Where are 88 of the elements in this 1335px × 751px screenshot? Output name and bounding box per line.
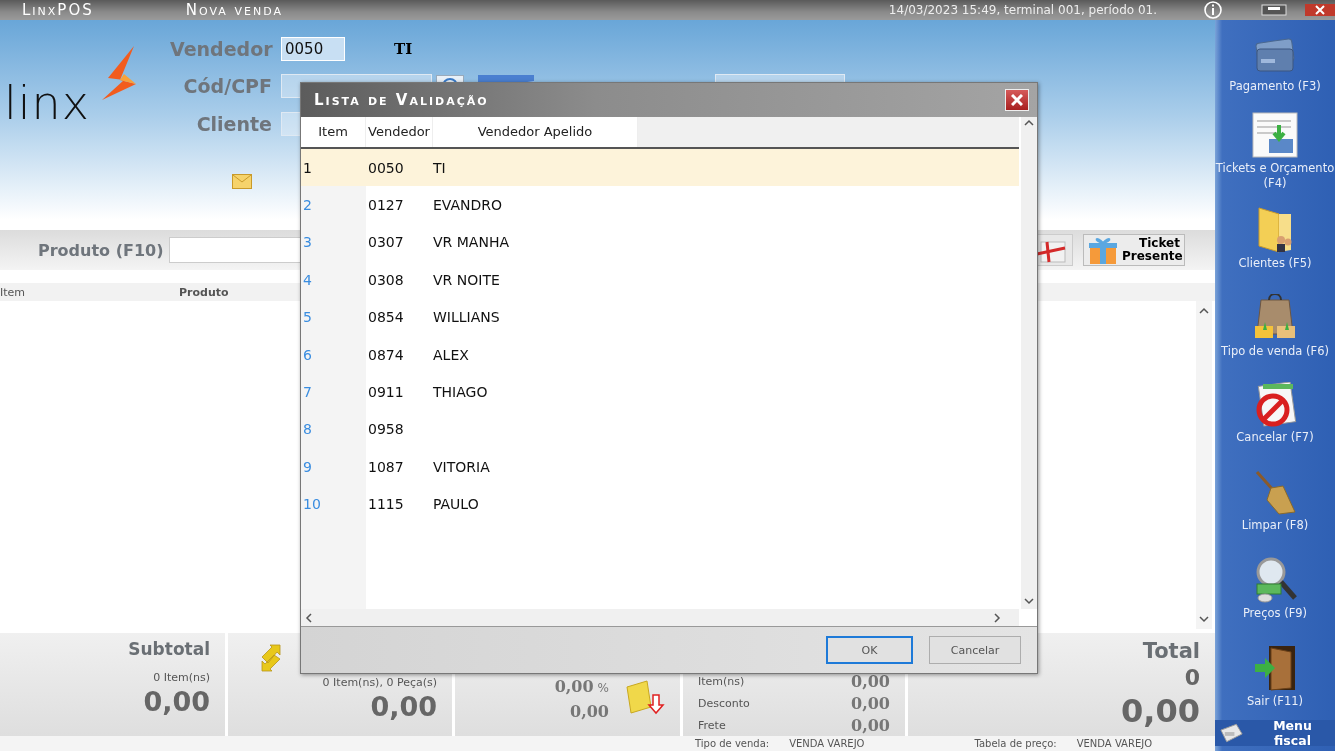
row-number: 8 bbox=[302, 421, 313, 438]
sidebar-button[interactable]: Limpar (F8) bbox=[1215, 457, 1335, 545]
table-row[interactable]: 7 0911 THIAGO bbox=[301, 373, 1019, 411]
table-row[interactable]: 3 0307 VR MANHA bbox=[301, 223, 1019, 262]
summary-value: 0,00 bbox=[851, 672, 890, 692]
menu-fiscal-button[interactable]: Menu fiscal bbox=[1215, 720, 1335, 746]
discount-value: 0,00 bbox=[570, 702, 609, 721]
subtotal-value: 0,00 bbox=[143, 686, 210, 717]
table-cell-text: ALEX bbox=[433, 346, 470, 363]
column-header: Item bbox=[301, 117, 366, 147]
table-cell-text: 1115 bbox=[367, 496, 405, 513]
table-cell-text: VR MANHA bbox=[433, 234, 510, 251]
table-cell-text: 1087 bbox=[367, 458, 405, 475]
vendedor-name: TI bbox=[394, 39, 413, 58]
summary-value: 0,00 bbox=[851, 715, 890, 735]
status-label: Tabela de preço: bbox=[974, 738, 1057, 749]
column-header: Vendedor Apelido bbox=[433, 117, 638, 147]
sidebar-button[interactable]: Cancelar (F7) bbox=[1215, 370, 1335, 458]
sidebar-button[interactable]: Pagamento (F3) bbox=[1215, 20, 1335, 108]
column-header: Produto bbox=[179, 285, 229, 299]
item-count: 0 Item(ns), 0 Peça(s) bbox=[322, 676, 437, 689]
row-number: 10 bbox=[302, 496, 322, 513]
table-cell-text: 0911 bbox=[367, 384, 405, 401]
status-label: Tipo de venda: bbox=[695, 738, 770, 749]
sidebar-button[interactable]: Sair (F11) bbox=[1215, 632, 1335, 720]
field-label: Cód/CPF bbox=[182, 75, 272, 98]
table-cell-text: THIAGO bbox=[433, 384, 489, 401]
row-number: 4 bbox=[302, 271, 313, 288]
table-row[interactable]: 2 0127 EVANDRO bbox=[301, 186, 1019, 224]
status-value: VENDA VAREJO bbox=[789, 738, 865, 749]
field-label: Vendedor bbox=[170, 37, 272, 60]
row-number: 2 bbox=[302, 197, 313, 214]
discount-percent: 0,00 bbox=[554, 677, 594, 696]
session-info: 14/03/2023 15:49, terminal 001, período 01. bbox=[888, 3, 1157, 17]
table-cell-text: VR NOITE bbox=[433, 271, 501, 288]
table-row[interactable]: 9 1087 VITORIA bbox=[301, 448, 1019, 486]
logo-text: linx bbox=[4, 76, 90, 130]
table-cell-text: TI bbox=[433, 159, 447, 176]
table-row[interactable]: 10 1115 PAULO bbox=[301, 485, 1019, 523]
sidebar-button[interactable]: Tickets e Orçamento (F4) bbox=[1215, 107, 1335, 195]
ticket-presente-button[interactable]: Ticket Presente bbox=[1083, 234, 1185, 266]
sidebar-button[interactable]: Clientes (F5) bbox=[1215, 195, 1335, 283]
row-number: 1 bbox=[302, 159, 313, 176]
table-cell-text: 0854 bbox=[367, 309, 405, 326]
row-number: 9 bbox=[302, 458, 313, 475]
product-label: Produto (F10) bbox=[38, 240, 164, 260]
vendedor-field[interactable]: 0050 bbox=[281, 36, 345, 61]
table-cell-text: 0874 bbox=[367, 346, 405, 363]
panel-title: Total bbox=[1142, 639, 1200, 663]
field-label: Cliente bbox=[195, 112, 272, 135]
table-cell-text: EVANDRO bbox=[433, 197, 504, 214]
total-count: 0 bbox=[1184, 665, 1200, 690]
panel-title: Subtotal bbox=[128, 639, 210, 659]
summary-label: Frete bbox=[698, 718, 726, 732]
table-row[interactable]: 8 0958 bbox=[301, 410, 1019, 449]
table-cell-text: WILLIANS bbox=[433, 309, 501, 326]
percent-sign: % bbox=[597, 681, 609, 695]
summary-label: Desconto bbox=[698, 697, 750, 710]
item-count: 0 Item(ns) bbox=[153, 671, 210, 684]
table-row[interactable]: 4 0308 VR NOITE bbox=[301, 261, 1019, 299]
table-row[interactable]: 1 0050 TI bbox=[301, 149, 1019, 187]
row-number: 7 bbox=[302, 384, 313, 401]
summary-value: 0,00 bbox=[851, 694, 890, 713]
status-value: VENDA VAREJO bbox=[1076, 738, 1152, 749]
table-row[interactable]: 5 0854 WILLIANS bbox=[301, 298, 1019, 336]
summary-label: Item(ns) bbox=[698, 675, 745, 689]
table-cell-text: 0958 bbox=[367, 421, 405, 438]
row-number: 6 bbox=[302, 346, 313, 363]
sidebar-button[interactable]: Tipo de venda (F6) bbox=[1215, 282, 1335, 370]
window-title: Nova venda bbox=[185, 1, 284, 19]
table-cell-text: 0127 bbox=[367, 197, 405, 214]
table-cell-text: VITORIA bbox=[433, 458, 491, 475]
column-header: Vendedor bbox=[366, 117, 433, 147]
dialog-button[interactable]: Cancelar bbox=[929, 636, 1021, 664]
dialog-button[interactable]: OK bbox=[826, 636, 913, 664]
items-value: 0,00 bbox=[370, 691, 437, 722]
sidebar-button[interactable]: Preços (F9) bbox=[1215, 545, 1335, 633]
dialog-title: Lista de Validação bbox=[314, 91, 489, 109]
table-cell-text: PAULO bbox=[433, 496, 480, 513]
table-cell-text: 0050 bbox=[367, 159, 405, 176]
app-name: LinxPOS bbox=[22, 1, 94, 19]
table-row[interactable]: 6 0874 ALEX bbox=[301, 335, 1019, 374]
table-cell-text: 0308 bbox=[367, 271, 405, 288]
row-number: 5 bbox=[302, 309, 313, 326]
total-value: 0,00 bbox=[1121, 692, 1200, 730]
table-cell-text: 0307 bbox=[367, 234, 405, 251]
row-number: 3 bbox=[302, 234, 313, 251]
column-header: Item bbox=[0, 285, 26, 299]
